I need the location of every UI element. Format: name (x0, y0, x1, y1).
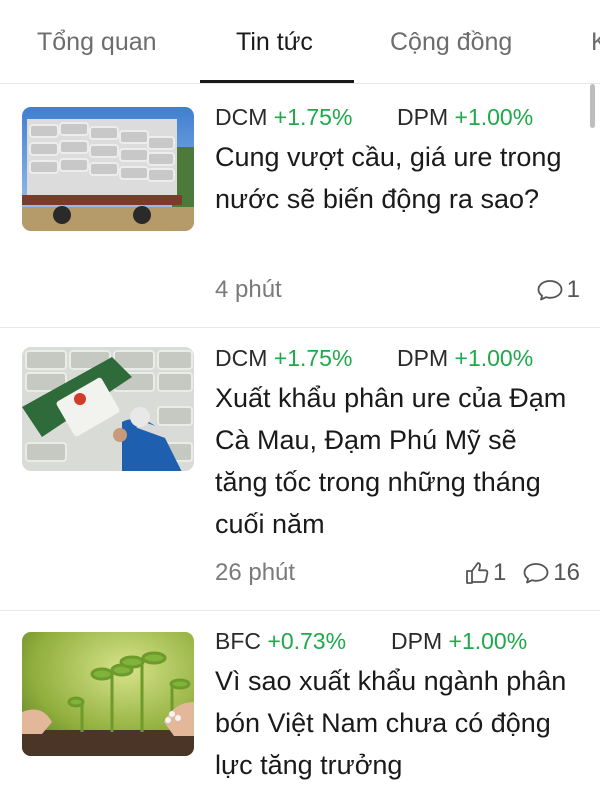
comment-count-value: 16 (553, 559, 580, 586)
article-tickers: DCM +1.75% DPM +1.00% (215, 104, 533, 131)
ticker-change: +1.75% (273, 345, 353, 371)
ticker-code[interactable]: BFC (215, 628, 261, 654)
thumbs-up-icon (464, 560, 490, 586)
comment-icon (522, 561, 550, 585)
article-title[interactable]: Vì sao xuất khẩu ngành phân bón Việt Nam… (215, 660, 575, 786)
ticker-code[interactable]: DPM (391, 628, 442, 654)
article-tickers: BFC +0.73% DPM +1.00% (215, 628, 527, 655)
article-title[interactable]: Xuất khẩu phân ure của Đạm Cà Mau, Đạm P… (215, 377, 575, 545)
comment-count-value: 1 (566, 276, 580, 303)
comment-icon (536, 278, 564, 302)
article-stats: 1 (524, 276, 580, 304)
news-tabs: Tổng quan Tin tức Cộng đồng K (0, 0, 600, 84)
ticker-code[interactable]: DPM (397, 104, 448, 130)
ticker-code[interactable]: DPM (397, 345, 448, 371)
divider (0, 327, 600, 328)
tab-more[interactable]: K (591, 28, 600, 57)
article-tickers: DCM +1.75% DPM +1.00% (215, 345, 533, 372)
ticker-change: +0.73% (267, 628, 347, 654)
like-count-value: 1 (492, 559, 507, 586)
divider (0, 610, 600, 611)
comment-count[interactable]: 1 (536, 276, 580, 304)
ticker-change: +1.75% (273, 104, 353, 130)
ticker-code[interactable]: DCM (215, 104, 267, 130)
article-time: 4 phút (215, 276, 282, 303)
ticker-change: +1.00% (454, 345, 534, 371)
like-count[interactable]: 1 (464, 559, 506, 587)
active-tab-indicator (200, 80, 354, 83)
article-title[interactable]: Cung vượt cầu, giá ure trong nước sẽ biế… (215, 136, 575, 220)
article-thumbnail (22, 107, 194, 231)
article-time: 26 phút (215, 559, 296, 586)
tab-overview[interactable]: Tổng quan (37, 28, 157, 57)
ticker-change: +1.00% (448, 628, 528, 654)
tab-community[interactable]: Cộng đồng (390, 28, 512, 57)
ticker-code[interactable]: DCM (215, 345, 267, 371)
ticker-change: +1.00% (454, 104, 534, 130)
article-thumbnail (22, 347, 194, 471)
article-stats: 1 16 (452, 559, 580, 587)
article-thumbnail (22, 632, 194, 756)
scrollbar[interactable] (590, 84, 595, 128)
tab-news[interactable]: Tin tức (236, 28, 313, 57)
comment-count[interactable]: 16 (522, 559, 580, 587)
